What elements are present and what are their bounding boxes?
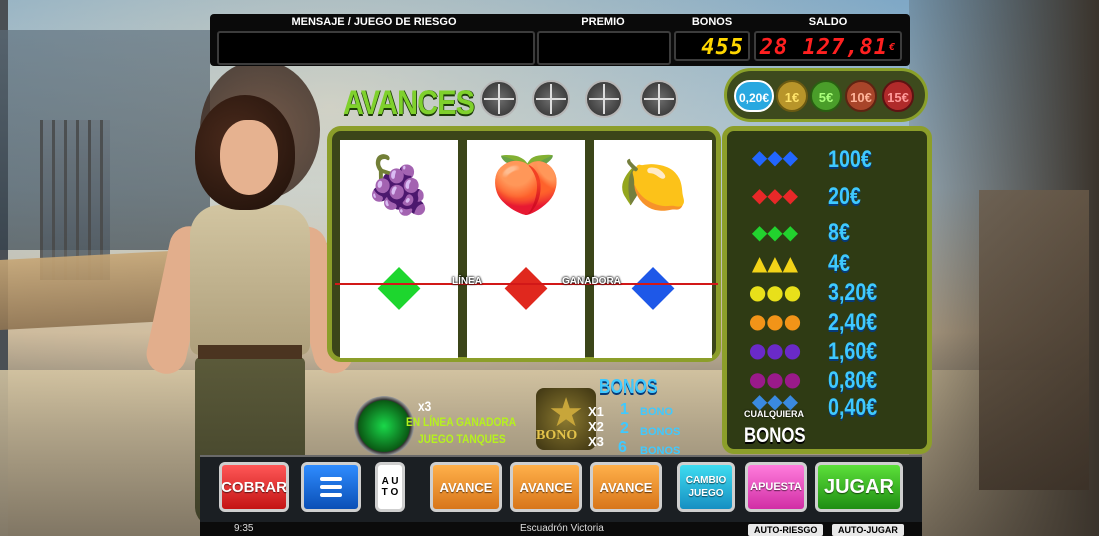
bonus-mult-x2: X2 bbox=[588, 419, 604, 434]
bonus-count-2: 2 bbox=[620, 420, 629, 437]
bonus-feature-title: BONOS bbox=[599, 376, 658, 398]
orange-icon: ●●● bbox=[748, 309, 802, 333]
win-line bbox=[335, 283, 718, 285]
pay-value-orange: 2,40€ bbox=[828, 309, 878, 336]
avances-title: AVANCES bbox=[343, 84, 475, 122]
pay-value-lemon: 3,20€ bbox=[828, 279, 878, 306]
menu-button[interactable] bbox=[301, 462, 361, 512]
pay-value-bell: 4€ bbox=[828, 250, 850, 277]
menu-icon bbox=[320, 477, 342, 497]
jugar-button[interactable]: JUGAR bbox=[815, 462, 903, 512]
pay-value-green-diamond: 8€ bbox=[828, 219, 850, 246]
tank-multiplier: x3 bbox=[418, 398, 432, 414]
coin-5[interactable]: 5€ bbox=[810, 80, 842, 112]
balance-unit: € bbox=[888, 42, 896, 53]
avance-button-2[interactable]: AVANCE bbox=[510, 462, 582, 512]
paytable-bonus-label: BONOS bbox=[744, 424, 806, 447]
pay-value-plum: 0,80€ bbox=[828, 367, 878, 394]
background-crates bbox=[979, 190, 1089, 490]
reel-1[interactable]: 🍇 ◆ ◉ bbox=[340, 140, 458, 358]
bonus-label: BONOS bbox=[691, 16, 733, 28]
crosshair-icon bbox=[585, 80, 623, 118]
reel-2[interactable]: 🍑 ◆ ◉ bbox=[467, 140, 585, 358]
cambio-juego-button[interactable]: CAMBIO JUEGO bbox=[677, 462, 735, 512]
red-diamond-icon: ◆◆◆ bbox=[751, 183, 799, 207]
tank-feature-line2: JUEGO TANQUES bbox=[418, 432, 506, 446]
game-screen: MENSAJE / JUEGO DE RIESGO PREMIO BONOS 4… bbox=[0, 0, 1099, 536]
win-line-label-right: GANADORA bbox=[562, 276, 621, 287]
pay-value-grapes: 1,60€ bbox=[828, 338, 878, 365]
game-name: Escuadrón Victoria bbox=[520, 523, 604, 534]
cobrar-button[interactable]: COBRAR bbox=[219, 462, 289, 512]
bonus-mult-x1: X1 bbox=[588, 404, 604, 419]
avance-button-3[interactable]: AVANCE bbox=[590, 462, 662, 512]
tank-feature-line1: EN LÍNEA GANADORA bbox=[406, 415, 517, 429]
message-display bbox=[217, 31, 535, 65]
tank-icon: ◉ bbox=[354, 340, 444, 359]
bono-badge-text: BONO bbox=[536, 428, 578, 443]
reel-3[interactable]: 🍋 ◆ ◉ bbox=[594, 140, 712, 358]
any-diamond-label: CUALQUIERA bbox=[744, 409, 804, 419]
balance-display: 28 127,81€ bbox=[754, 31, 902, 61]
balance-label: SALDO bbox=[808, 16, 848, 28]
blue-diamond-icon: ◆◆◆ bbox=[751, 145, 799, 169]
bonus-count-6: 6 bbox=[618, 439, 627, 456]
pay-value-red-diamond: 20€ bbox=[828, 183, 861, 210]
plum-icon: 🍑 bbox=[491, 153, 561, 218]
lemon-icon: ●●● bbox=[748, 280, 802, 304]
balance-value: 28 127,81 bbox=[759, 35, 888, 60]
grapes-icon: 🍇 bbox=[364, 153, 434, 218]
pay-value-blue-diamond: 100€ bbox=[828, 146, 872, 173]
auto-jugar-button[interactable]: AUTO-JUGAR bbox=[832, 524, 904, 536]
grapes-icon: ●●● bbox=[748, 338, 802, 362]
crosshair-icon bbox=[480, 80, 518, 118]
radar-icon bbox=[354, 396, 414, 456]
bell-icon: ▲▲▲ bbox=[751, 251, 799, 275]
message-label: MENSAJE / JUEGO DE RIESGO bbox=[291, 16, 457, 28]
crosshair-icon bbox=[640, 80, 678, 118]
auto-riesgo-button[interactable]: AUTO-RIESGO bbox=[748, 524, 824, 536]
bonus-mult-x3: X3 bbox=[588, 434, 604, 449]
pay-value-any-diamond: 0,40€ bbox=[828, 394, 878, 421]
bonus-label-1: BONO bbox=[640, 406, 673, 418]
crosshair-icon bbox=[532, 80, 570, 118]
bonus-counter: 455 bbox=[674, 31, 750, 61]
tank-icon: ◉ bbox=[481, 340, 571, 359]
bonus-count-1: 1 bbox=[620, 401, 629, 418]
coin-15[interactable]: 15€ bbox=[882, 80, 914, 112]
auto-button[interactable]: A U T O bbox=[375, 462, 405, 512]
clock: 9:35 bbox=[234, 523, 254, 534]
coin-0-20[interactable]: 0,20€ bbox=[734, 80, 774, 112]
win-line-label-left: LÍNEA bbox=[452, 276, 482, 287]
prize-label: PREMIO bbox=[581, 16, 625, 28]
bonus-label-2: BONOS bbox=[640, 426, 681, 438]
coin-10[interactable]: 10€ bbox=[845, 80, 877, 112]
apuesta-button[interactable]: APUESTA bbox=[745, 462, 807, 512]
coin-1[interactable]: 1€ bbox=[776, 80, 808, 112]
prize-display bbox=[537, 31, 671, 65]
lemon-icon: 🍋 bbox=[618, 153, 688, 218]
tank-icon: ◉ bbox=[608, 340, 698, 359]
avance-button-1[interactable]: AVANCE bbox=[430, 462, 502, 512]
green-diamond-icon: ◆◆◆ bbox=[751, 220, 799, 244]
